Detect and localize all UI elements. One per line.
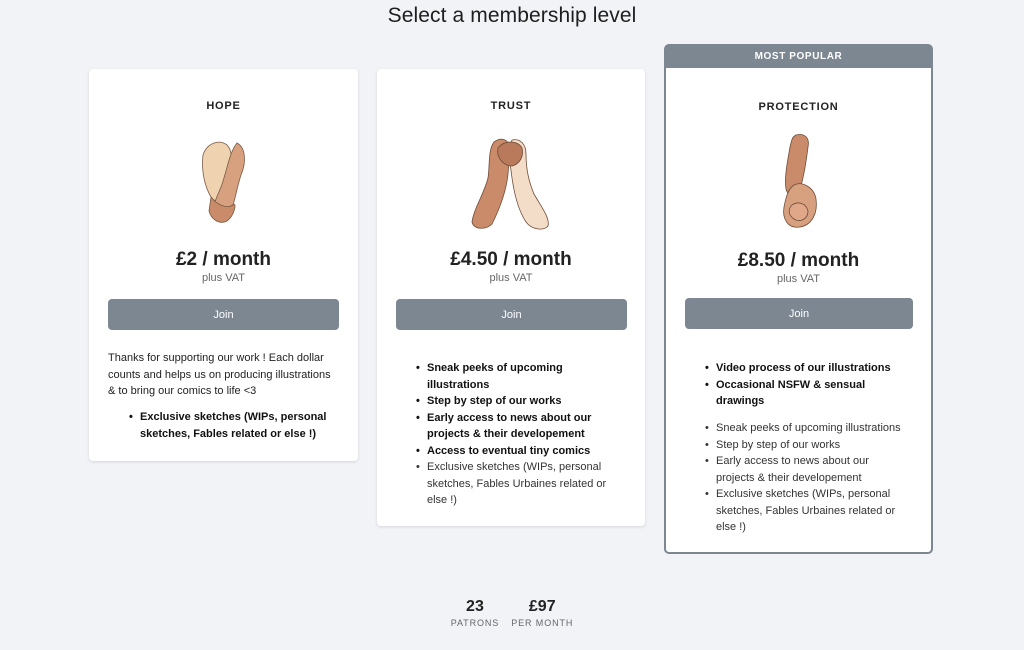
tier-card-hope: HOPE £2 / month plus VAT Join Thanks for… bbox=[89, 69, 358, 461]
perk-item: Occasional NSFW & sensual drawings bbox=[705, 377, 910, 410]
perk-item: Exclusive sketches (WIPs, personal sketc… bbox=[705, 486, 910, 536]
perk-item: Exclusive sketches (WIPs, personal sketc… bbox=[416, 459, 621, 509]
tier-name: TRUST bbox=[490, 100, 532, 112]
perk-item: Video process of our illustrations bbox=[705, 360, 910, 377]
perk-item: Early access to news about our projects … bbox=[416, 410, 621, 443]
perk-list: Exclusive sketches (WIPs, personal sketc… bbox=[129, 409, 339, 442]
monthly-income-amount: £97 bbox=[528, 598, 556, 615]
perk-list-highlight: Video process of our illustrations Occas… bbox=[705, 360, 910, 410]
join-button[interactable]: Join bbox=[685, 298, 913, 329]
tier-description: Thanks for supporting our work ! Each do… bbox=[108, 352, 331, 397]
tier-price: £2 / month bbox=[175, 249, 271, 270]
perk-item: Step by step of our works bbox=[705, 437, 910, 454]
join-button[interactable]: Join bbox=[108, 299, 339, 330]
hands-clasped-illustration bbox=[471, 138, 549, 230]
most-popular-banner: MOST POPULAR bbox=[666, 46, 931, 68]
join-button[interactable]: Join bbox=[396, 299, 627, 330]
tier-vat-note: plus VAT bbox=[777, 273, 820, 285]
patrons-stat: 23 PATRONS bbox=[451, 598, 499, 628]
hand-grasping-arm-illustration bbox=[783, 134, 817, 228]
perk-item: Sneak peeks of upcoming illustrations bbox=[416, 360, 621, 393]
page-title: Select a membership level bbox=[387, 4, 637, 27]
perk-list: Sneak peeks of upcoming illustrations St… bbox=[416, 360, 621, 509]
tier-price: £8.50 / month bbox=[737, 250, 860, 271]
tier-price: £4.50 / month bbox=[450, 249, 572, 270]
tier-vat-note: plus VAT bbox=[202, 272, 245, 284]
hands-holding-illustration bbox=[202, 141, 245, 223]
perk-list: Sneak peeks of upcoming illustrations St… bbox=[705, 420, 910, 536]
tier-card-trust: TRUST £4.50 / month plus VAT Join Sneak … bbox=[377, 69, 645, 526]
monthly-income-stat: £97 PER MONTH bbox=[511, 598, 573, 628]
monthly-income-label: PER MONTH bbox=[511, 618, 574, 628]
tier-card-protection: MOST POPULAR PROTECTION £8.50 / month pl… bbox=[664, 44, 933, 554]
perk-item: Access to eventual tiny comics bbox=[416, 443, 621, 460]
patrons-label: PATRONS bbox=[450, 618, 500, 628]
perk-item: Exclusive sketches (WIPs, personal sketc… bbox=[129, 409, 339, 442]
perk-item: Sneak peeks of upcoming illustrations bbox=[705, 420, 910, 437]
campaign-stats: 23 PATRONS £97 PER MONTH bbox=[0, 598, 1024, 628]
tier-name: PROTECTION bbox=[758, 101, 839, 113]
tier-vat-note: plus VAT bbox=[489, 272, 533, 284]
patrons-count: 23 bbox=[466, 598, 484, 615]
tier-name: HOPE bbox=[206, 100, 241, 112]
perk-item: Early access to news about our projects … bbox=[705, 453, 910, 486]
perk-item: Step by step of our works bbox=[416, 393, 621, 410]
